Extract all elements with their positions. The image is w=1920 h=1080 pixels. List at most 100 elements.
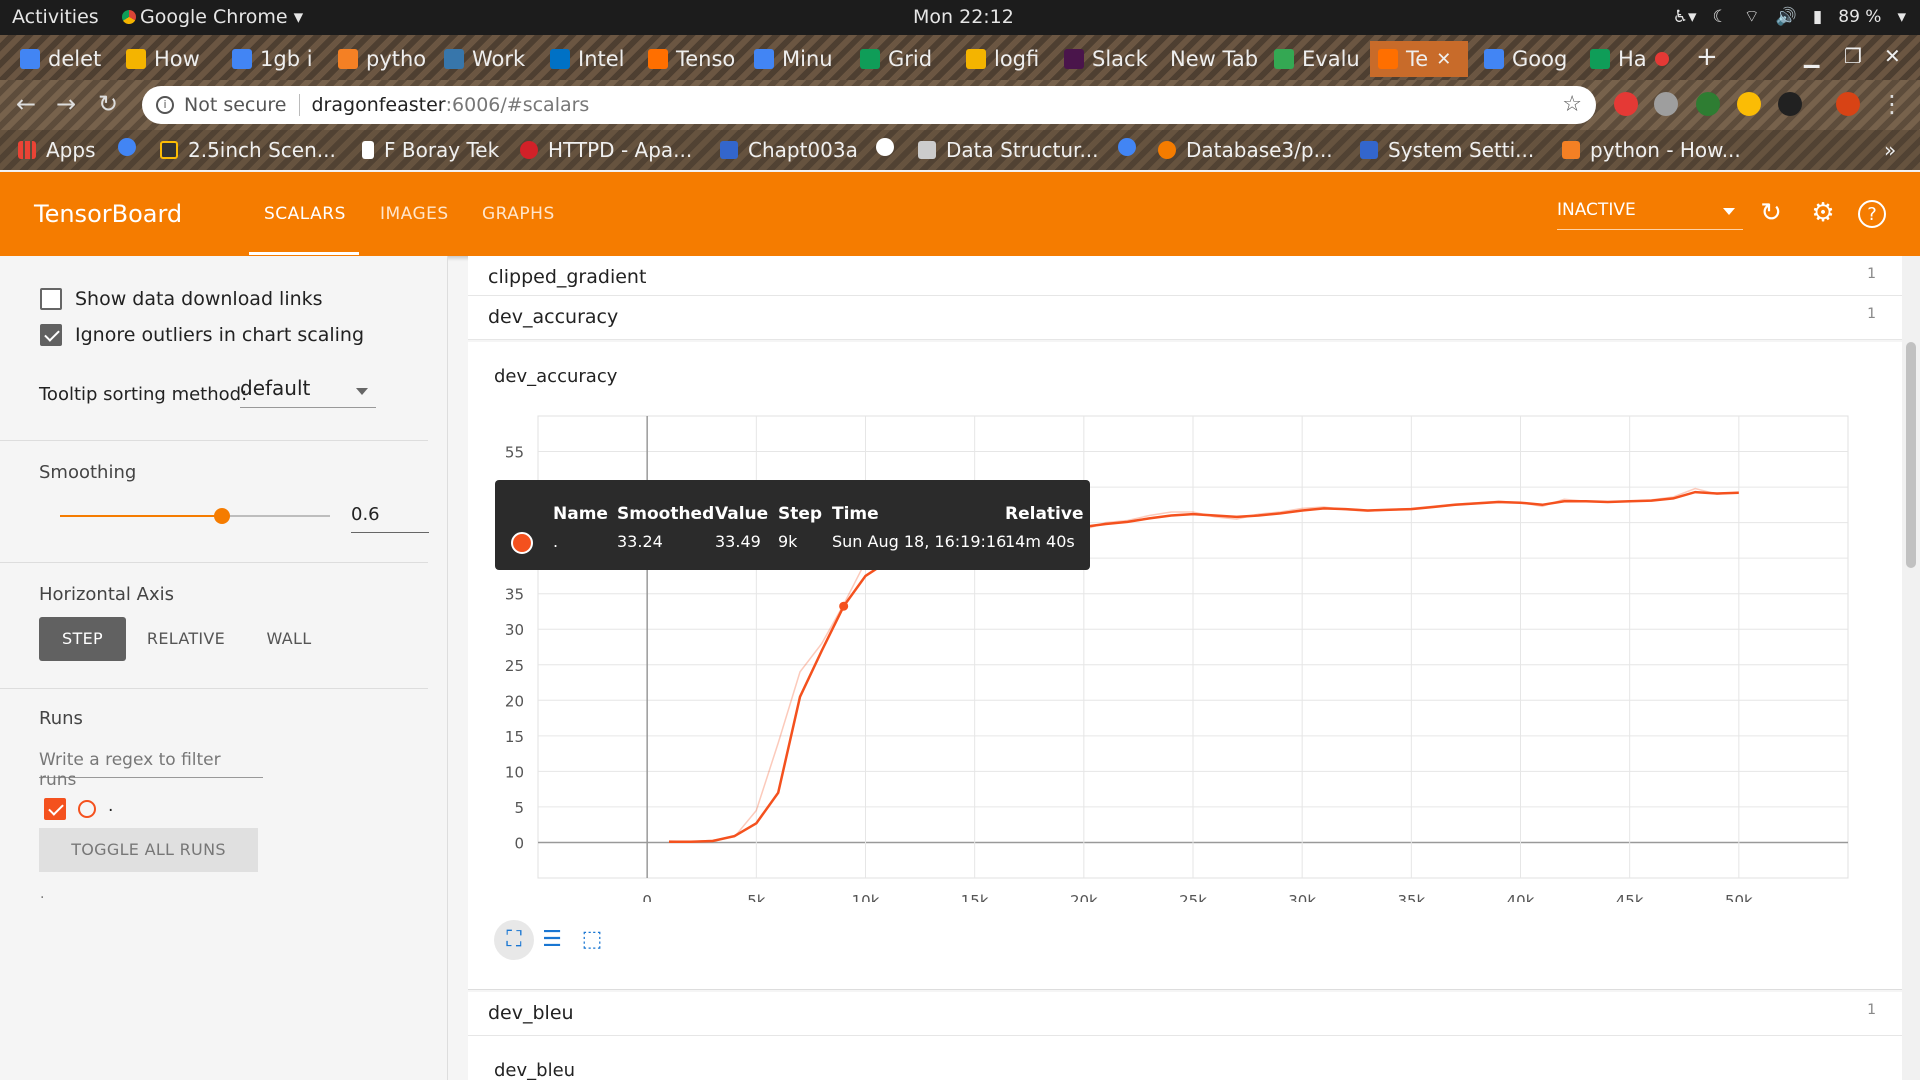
- bookmark-item[interactable]: System Setti...: [1360, 138, 1534, 162]
- bookmark-item[interactable]: [118, 138, 136, 156]
- globe-icon: [876, 138, 894, 156]
- tab-title: logfi: [994, 47, 1040, 71]
- tab[interactable]: Evalu: [1266, 41, 1370, 77]
- bookmarks-overflow-icon[interactable]: »: [1884, 138, 1896, 162]
- bookmark-item[interactable]: [876, 138, 894, 156]
- fullscreen-icon[interactable]: ⛶: [494, 920, 534, 960]
- extension-drive-icon[interactable]: [1737, 92, 1761, 116]
- tab-active[interactable]: Te ✕: [1370, 41, 1468, 77]
- help-icon[interactable]: ?: [1858, 200, 1886, 228]
- page-scrollbar[interactable]: [1902, 256, 1920, 1080]
- tab[interactable]: Grid: [852, 41, 956, 77]
- bookmark-item[interactable]: [1118, 138, 1136, 156]
- axis-step-button[interactable]: STEP: [39, 617, 126, 661]
- sidebar: Show data download links Ignore outliers…: [0, 256, 448, 1080]
- back-arrow-icon[interactable]: ←: [16, 90, 36, 118]
- bookmark-item[interactable]: F Boray Tek: [362, 138, 499, 162]
- group-label: dev_bleu: [488, 1002, 574, 1024]
- tooltip-sort-select[interactable]: default: [240, 370, 376, 408]
- activities-button[interactable]: Activities: [12, 6, 99, 28]
- extension-pocket-icon[interactable]: [1654, 92, 1678, 116]
- smoothing-input[interactable]: 0.6: [351, 497, 429, 533]
- refresh-icon[interactable]: ↻: [1756, 198, 1786, 228]
- tab[interactable]: New Tab: [1162, 41, 1266, 77]
- system-menu-arrow-icon[interactable]: ▾: [1897, 7, 1906, 27]
- tab[interactable]: How: [118, 41, 222, 77]
- tab[interactable]: Tenso: [640, 41, 744, 77]
- axis-relative-button[interactable]: RELATIVE: [140, 617, 232, 661]
- group-header-dev-accuracy[interactable]: dev_accuracy 1: [468, 296, 1902, 340]
- run-state-select[interactable]: INACTIVE: [1557, 200, 1743, 230]
- recording-icon: [1654, 52, 1669, 66]
- address-bar[interactable]: i Not secure dragonfeaster:6006/#scalars…: [142, 86, 1596, 124]
- show-download-links-option[interactable]: Show data download links: [40, 288, 323, 310]
- accessibility-icon[interactable]: ♿▾: [1673, 7, 1697, 27]
- fit-domain-icon[interactable]: ⬚: [572, 920, 612, 960]
- y-tick-label: 0: [514, 834, 524, 852]
- extension-adblock-icon[interactable]: [1614, 92, 1638, 116]
- chart-plot[interactable]: 051015202530354045505505k10k15k20k25k30k…: [468, 342, 1902, 902]
- reload-icon[interactable]: ↻: [98, 90, 118, 118]
- bookmark-item[interactable]: Database3/p...: [1158, 138, 1333, 162]
- ignore-outliers-checkbox[interactable]: [40, 324, 62, 346]
- bookmark-item[interactable]: HTTPD - Apa...: [520, 138, 692, 162]
- extension-gnome-icon[interactable]: [1778, 92, 1802, 116]
- group-header-dev-bleu[interactable]: dev_bleu 1: [468, 992, 1902, 1036]
- minimize-icon[interactable]: ▁: [1804, 44, 1819, 68]
- smoothing-slider[interactable]: [60, 508, 330, 524]
- chart-tooltip: Name Smoothed Value Step Time Relative .…: [495, 480, 1090, 570]
- show-download-links-checkbox[interactable]: [40, 288, 62, 310]
- info-icon[interactable]: i: [156, 96, 174, 114]
- tab[interactable]: pytho: [330, 41, 434, 77]
- bookmark-item[interactable]: python - How...: [1562, 138, 1741, 162]
- dropdown-arrow-icon: [1723, 208, 1735, 215]
- tab-scalars[interactable]: SCALARS: [264, 204, 346, 224]
- bookmark-item[interactable]: Data Structur...: [918, 138, 1099, 162]
- new-tab-button[interactable]: +: [1696, 42, 1718, 72]
- chrome-menu-icon[interactable]: ⋮: [1880, 90, 1904, 118]
- tab-title: How: [154, 47, 200, 71]
- system-tray[interactable]: ♿▾ ☾ ⌔ 🔊 ▮ 89 % ▾: [1673, 6, 1906, 28]
- tab[interactable]: Work: [436, 41, 540, 77]
- gear-icon[interactable]: ⚙: [1808, 198, 1838, 228]
- axis-wall-button[interactable]: WALL: [250, 617, 328, 661]
- tab[interactable]: delet: [12, 41, 116, 77]
- extension-dollar-icon[interactable]: [1696, 92, 1720, 116]
- restore-icon[interactable]: ❐: [1844, 44, 1862, 68]
- tooltip-cell: .: [553, 532, 559, 551]
- run-checkbox[interactable]: [44, 798, 66, 820]
- bookmark-apps[interactable]: Apps: [18, 138, 96, 162]
- tab[interactable]: 1gb i: [224, 41, 328, 77]
- tab[interactable]: Ha: [1582, 41, 1678, 77]
- google-icon: [1118, 138, 1136, 156]
- forward-arrow-icon[interactable]: →: [56, 90, 76, 118]
- bookmark-item[interactable]: Chapt003a: [720, 138, 858, 162]
- tab[interactable]: Goog: [1476, 41, 1580, 77]
- tooltip-cell: 33.24: [617, 532, 663, 551]
- log-scale-icon[interactable]: ☰: [532, 920, 572, 960]
- tab-close-icon[interactable]: ✕: [1436, 49, 1451, 70]
- bookmark-label: Data Structur...: [946, 138, 1099, 162]
- tab[interactable]: Minu: [746, 41, 850, 77]
- tab-title: Work: [472, 47, 526, 71]
- tab-graphs[interactable]: GRAPHS: [482, 204, 555, 224]
- toggle-all-runs-button[interactable]: TOGGLE ALL RUNS: [39, 828, 258, 872]
- clock[interactable]: Mon 22:12: [913, 6, 1014, 28]
- bookmark-star-icon[interactable]: ☆: [1562, 92, 1582, 117]
- tab[interactable]: Slack: [1056, 41, 1160, 77]
- tab[interactable]: logfi: [958, 41, 1062, 77]
- app-menu-label: Google Chrome ▾: [140, 6, 304, 28]
- app-menu[interactable]: Google Chrome ▾: [122, 6, 303, 28]
- close-window-icon[interactable]: ✕: [1884, 44, 1901, 68]
- run-filter-input[interactable]: Write a regex to filter runs: [39, 742, 263, 790]
- bookmark-item[interactable]: 2.5inch Scen...: [160, 138, 336, 162]
- tab-title: Slack: [1092, 47, 1148, 71]
- group-header-clipped-gradient[interactable]: clipped_gradient 1: [468, 256, 1902, 296]
- profile-avatar[interactable]: [1836, 92, 1860, 116]
- smoothing-slider-thumb[interactable]: [214, 508, 230, 524]
- tab[interactable]: Intel: [542, 41, 646, 77]
- ignore-outliers-option[interactable]: Ignore outliers in chart scaling: [40, 324, 364, 346]
- run-color-icon[interactable]: [78, 800, 96, 818]
- scrollbar-thumb[interactable]: [1906, 342, 1916, 568]
- tab-images[interactable]: IMAGES: [380, 204, 449, 224]
